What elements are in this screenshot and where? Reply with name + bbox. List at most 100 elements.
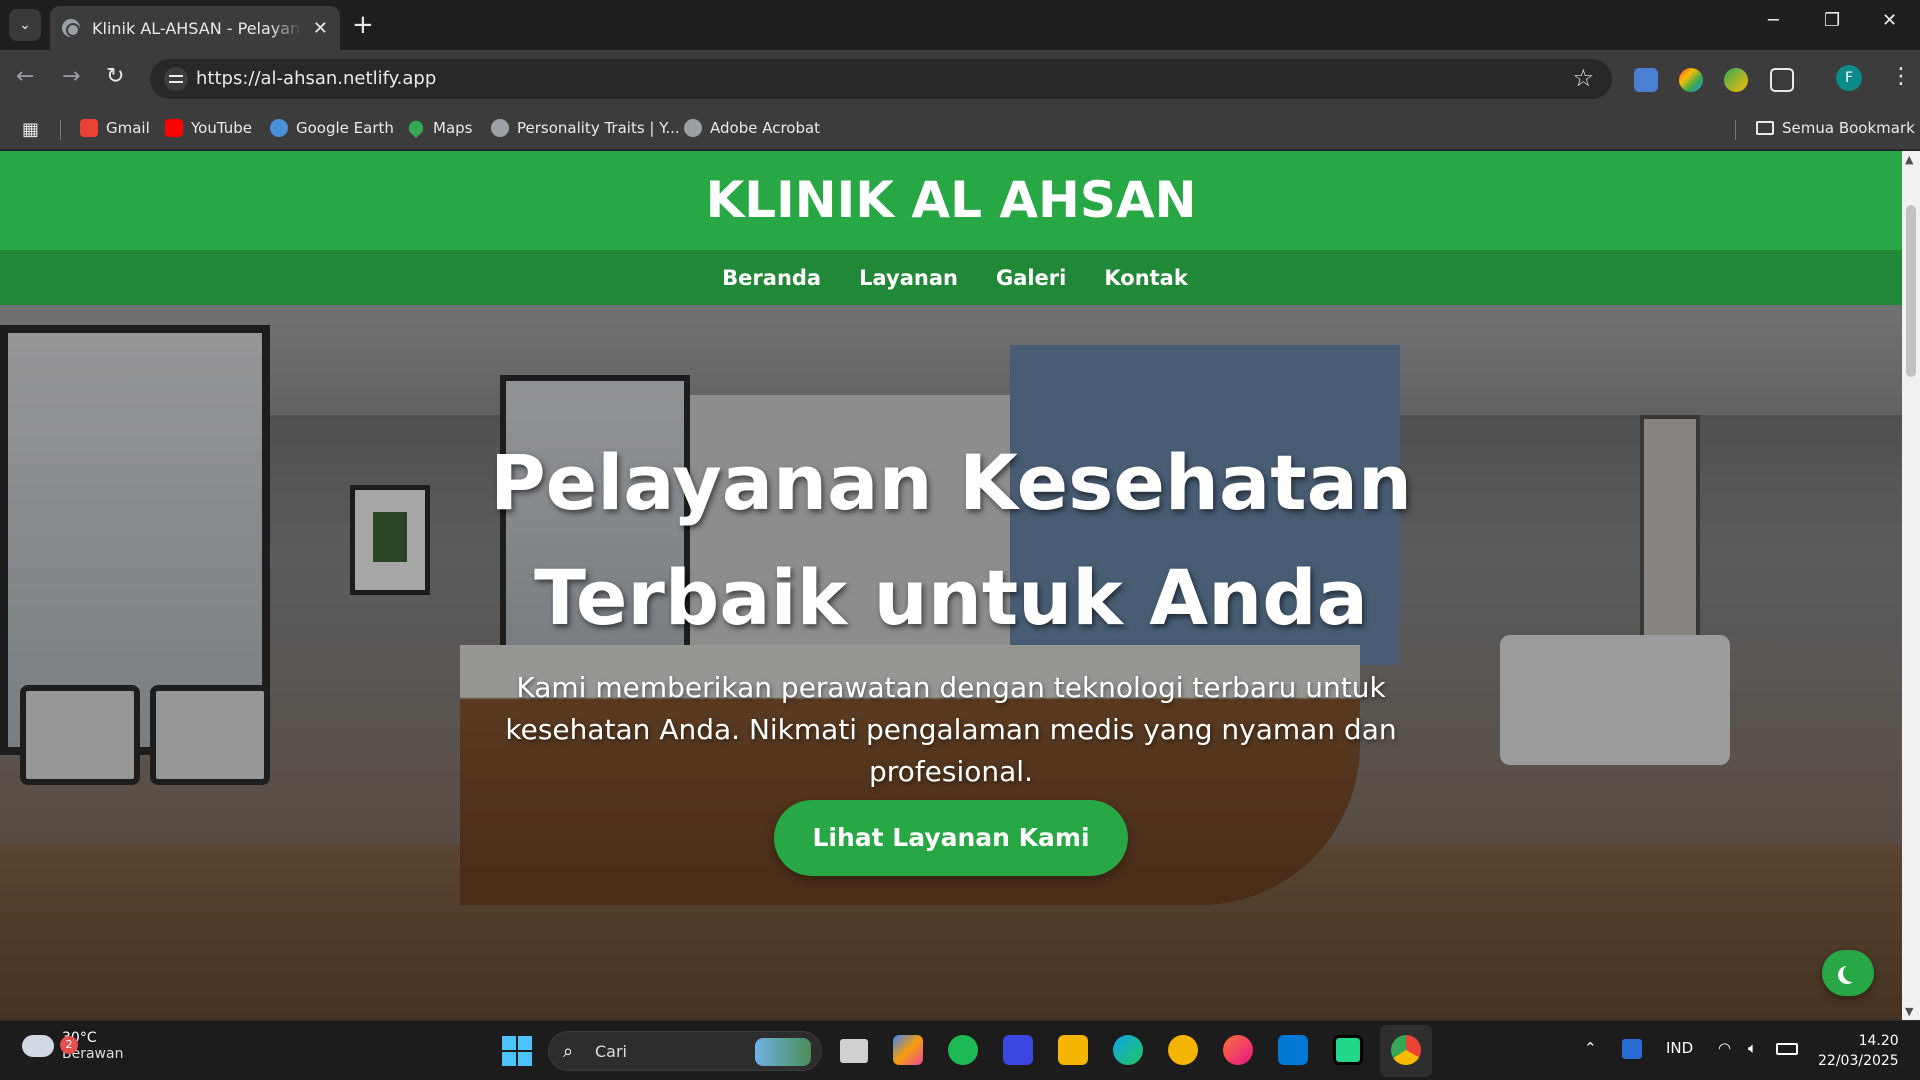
moon-icon (1843, 964, 1861, 982)
notification-badge: 2 (60, 1036, 78, 1054)
clock-date: 22/03/2025 (1818, 1053, 1899, 1069)
scrollbar-thumb[interactable] (1906, 205, 1916, 377)
hero-content: Pelayanan Kesehatan Terbaik untuk Anda K… (0, 305, 1902, 1020)
address-bar[interactable]: https://al-ahsan.netlify.app ☆ (150, 59, 1612, 99)
google-earth-icon (270, 119, 288, 137)
url-text[interactable]: https://al-ahsan.netlify.app (196, 68, 436, 89)
file-explorer-icon[interactable] (1058, 1035, 1088, 1065)
folder-icon (1756, 121, 1774, 135)
search-highlight-image (755, 1038, 811, 1066)
security-shield-icon[interactable] (1622, 1039, 1642, 1059)
bookmark-label: Maps (433, 119, 473, 137)
windows-taskbar: 2 30°C Berawan ⌕ Cari ⌃ IND ◠ 🔈︎ 14.20 2… (0, 1020, 1920, 1080)
close-window-button[interactable]: ✕ (1882, 10, 1897, 31)
color-extension-icon[interactable] (1679, 68, 1703, 92)
pycharm-icon[interactable] (1333, 1035, 1363, 1065)
firefox-icon[interactable] (1223, 1035, 1253, 1065)
task-view-icon[interactable] (840, 1039, 868, 1063)
apps-grid-icon[interactable]: ▦ (22, 119, 39, 140)
browser-tab-bar: ⌄ Klinik AL-AHSAN - Pelayanan Kesehatan … (0, 0, 1920, 50)
hero-subtitle: Kami memberikan perawatan dengan teknolo… (505, 671, 1397, 788)
weather-widget[interactable]: 2 30°C Berawan (22, 1030, 123, 1062)
tab-title: Klinik AL-AHSAN - Pelayanan Kesehatan (92, 18, 302, 38)
bookmark-adobe-acrobat[interactable]: Adobe Acrobat (684, 119, 820, 137)
all-bookmarks-button[interactable]: Semua Bookmark (1756, 119, 1915, 137)
editor-app-icon[interactable] (1003, 1035, 1033, 1065)
bookmark-youtube[interactable]: YouTube (165, 119, 252, 137)
menu-kebab-icon[interactable]: ⋮ (1890, 64, 1912, 89)
vscode-icon[interactable] (1278, 1035, 1308, 1065)
nav-link-galeri[interactable]: Galeri (996, 266, 1066, 290)
site-nav: Beranda Layanan Galeri Kontak (0, 250, 1902, 305)
extension-icon[interactable] (1724, 68, 1748, 92)
bookmark-label: Adobe Acrobat (710, 119, 821, 137)
page-scrollbar[interactable]: ▲ ▼ (1902, 151, 1920, 1020)
all-bookmarks-label: Semua Bookmark (1782, 119, 1915, 137)
cloudy-weather-icon (22, 1035, 54, 1057)
translate-extension-icon[interactable] (1634, 68, 1658, 92)
bookmark-personality-traits[interactable]: Personality Traits | Y... (491, 119, 680, 137)
bookmarks-divider (1735, 120, 1736, 140)
scroll-up-icon[interactable]: ▲ (1905, 153, 1913, 166)
bookmark-star-icon[interactable]: ☆ (1572, 64, 1594, 92)
copilot-icon[interactable] (893, 1035, 923, 1065)
web-page: KLINIK AL AHSAN Beranda Layanan Galeri K… (0, 151, 1902, 1020)
nav-link-kontak[interactable]: Kontak (1104, 266, 1187, 290)
globe-icon (684, 119, 702, 137)
bookmark-label: Gmail (106, 119, 150, 137)
bookmark-gmail[interactable]: Gmail (80, 119, 150, 137)
back-button[interactable]: ← (16, 64, 34, 89)
chevron-down-icon: ⌄ (19, 17, 31, 33)
language-indicator[interactable]: IND (1666, 1039, 1693, 1057)
tab-search-button[interactable]: ⌄ (9, 9, 41, 41)
volume-icon[interactable]: 🔈︎ (1748, 1039, 1757, 1057)
battery-icon[interactable] (1776, 1043, 1798, 1055)
bookmarks-divider (60, 120, 61, 140)
hero-title-line-2: Terbaik untuk Anda (534, 553, 1368, 642)
profile-avatar[interactable]: F (1836, 65, 1862, 91)
chevron-up-icon[interactable]: ⌃ (1584, 1039, 1597, 1057)
forward-button[interactable]: → (62, 64, 80, 89)
clock-time: 14.20 (1858, 1033, 1899, 1049)
tab-close-icon[interactable]: ✕ (313, 18, 328, 39)
site-info-icon[interactable] (164, 67, 188, 91)
nav-link-layanan[interactable]: Layanan (859, 266, 958, 290)
hero-section: Pelayanan Kesehatan Terbaik untuk Anda K… (0, 305, 1902, 1020)
bookmark-label: YouTube (191, 119, 252, 137)
maps-icon (405, 117, 427, 139)
restore-button[interactable]: ❐ (1824, 10, 1840, 31)
system-clock[interactable]: 14.20 22/03/2025 (1818, 1031, 1899, 1071)
browser-tab-active[interactable]: Klinik AL-AHSAN - Pelayanan Kesehatan ✕ (50, 6, 340, 50)
new-tab-button[interactable]: + (352, 10, 374, 40)
view-services-button[interactable]: Lihat Layanan Kami (774, 800, 1128, 876)
spotify-icon[interactable] (948, 1035, 978, 1065)
personality-icon (491, 119, 509, 137)
youtube-icon (165, 119, 183, 137)
site-header: KLINIK AL AHSAN (0, 151, 1902, 250)
globe-icon (62, 19, 80, 37)
browser-toolbar: ← → ↻ https://al-ahsan.netlify.app ☆ F ⋮ (0, 50, 1920, 108)
bookmarks-bar: ▦ Gmail YouTube Google Earth Maps Person… (0, 108, 1920, 150)
bookmark-maps[interactable]: Maps (405, 117, 473, 139)
windows-start-icon[interactable] (502, 1036, 532, 1066)
taskbar-search[interactable]: ⌕ Cari (548, 1031, 822, 1071)
scroll-down-icon[interactable]: ▼ (1905, 1005, 1913, 1018)
search-icon: ⌕ (563, 1041, 574, 1062)
extensions-puzzle-icon[interactable] (1770, 68, 1794, 92)
site-logo[interactable]: KLINIK AL AHSAN (0, 151, 1902, 250)
warning-app-icon[interactable] (1168, 1035, 1198, 1065)
hero-title: Pelayanan Kesehatan Terbaik untuk Anda (0, 425, 1902, 655)
chrome-icon[interactable] (1391, 1035, 1421, 1065)
wifi-icon[interactable]: ◠ (1718, 1039, 1731, 1057)
reload-button[interactable]: ↻ (106, 64, 124, 89)
edge-icon[interactable] (1113, 1035, 1143, 1065)
dark-mode-toggle[interactable] (1822, 950, 1874, 996)
gmail-icon (80, 119, 98, 137)
hero-title-line-1: Pelayanan Kesehatan (489, 438, 1413, 527)
minimize-button[interactable]: ─ (1768, 10, 1779, 31)
bookmark-label: Google Earth (296, 119, 394, 137)
nav-link-beranda[interactable]: Beranda (722, 266, 821, 290)
bookmark-google-earth[interactable]: Google Earth (270, 119, 394, 137)
bookmark-label: Personality Traits | Y... (517, 119, 680, 137)
search-placeholder: Cari (595, 1042, 627, 1061)
